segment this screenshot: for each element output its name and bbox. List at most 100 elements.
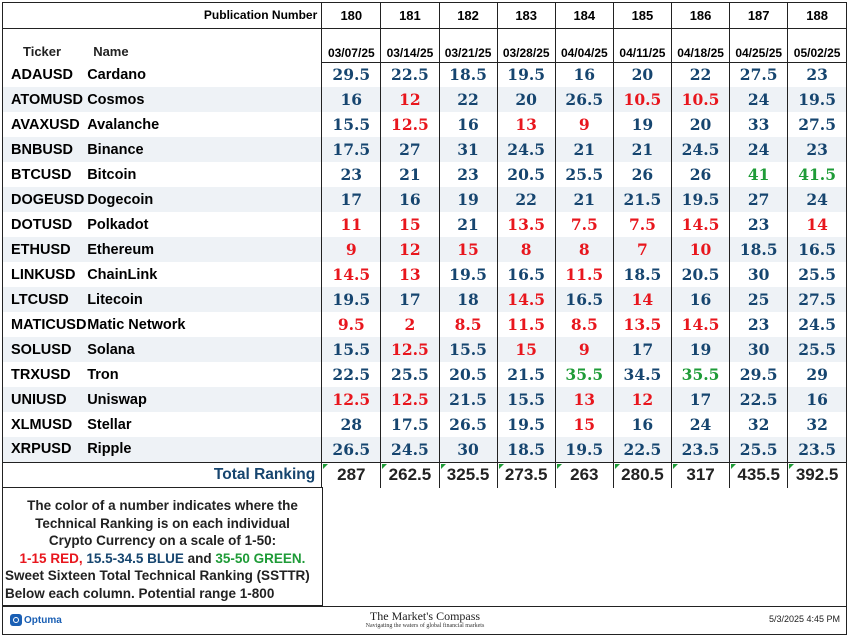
name-cell: Uniswap [83, 387, 322, 412]
ranking-value-cell: 22 [496, 187, 556, 212]
ranking-value-cell: 23.5 [670, 437, 730, 462]
ranking-value-cell: 19.5 [438, 262, 498, 287]
ranking-value-cell: 25.5 [787, 262, 846, 287]
ranking-value-cell: 14.5 [321, 262, 381, 287]
total-ranking-value: 263 [570, 465, 599, 485]
total-ranking-value: 287 [337, 465, 366, 485]
ranking-value-cell: 9.5 [321, 312, 381, 337]
ranking-value-cell: 26 [612, 162, 672, 187]
ranking-table: Publication Number 180 181 182 183 184 185 186… [3, 3, 846, 488]
legend-blue-range: 15.5-34.5 BLUE [82, 550, 184, 566]
ranking-value-cell: 9 [554, 112, 614, 137]
cell-note-marker-icon [382, 463, 388, 469]
ranking-value-cell: 17.5 [321, 137, 381, 162]
ranking-value-cell: 17 [612, 337, 672, 362]
ranking-value-cell: 32 [729, 412, 788, 437]
ranking-value-cell: 26.5 [438, 412, 498, 437]
ranking-value-cell: 12 [612, 387, 672, 412]
name-cell: Tron [87, 366, 119, 383]
ranking-value-cell: 13 [380, 262, 439, 287]
ranking-value-cell: 22 [670, 62, 730, 87]
ranking-value-cell: 24 [729, 137, 788, 162]
legend-and-text: and [183, 550, 216, 566]
ranking-value-cell: 22.5 [321, 362, 381, 387]
name-cell: Cardano [87, 66, 147, 83]
ranking-value-cell: 41.5 [787, 162, 846, 187]
ranking-value-cell: 33 [729, 112, 788, 137]
ranking-value-cell: 26.5 [321, 437, 381, 462]
ranking-value-cell: 16 [380, 187, 439, 212]
total-ranking-cell: 273.5 [496, 461, 556, 488]
ranking-value-cell: 7 [612, 237, 672, 262]
ranking-value-cell: 19.5 [321, 287, 381, 312]
total-ranking-cell: 435.5 [729, 461, 788, 488]
ranking-value-cell: 29.5 [729, 362, 788, 387]
ranking-value-cell: 25.5 [554, 162, 614, 187]
ranking-value-cell: 15 [496, 337, 556, 362]
legend-green-range: 35-50 GREEN. [215, 550, 306, 566]
name-cell: Binance [83, 137, 322, 162]
total-ranking-cell: 317 [670, 461, 730, 488]
cell-note-marker-icon [440, 463, 446, 469]
ranking-value-cell: 17.5 [380, 412, 439, 437]
publication-number-cell: 181 [380, 3, 439, 29]
ranking-value-cell: 8 [554, 237, 614, 262]
ranking-value-cell: 12 [380, 87, 439, 112]
name-column-header: Name [93, 44, 129, 59]
ranking-value-cell: 30 [729, 337, 788, 362]
ticker-cell: LINKUSD [11, 266, 76, 283]
ranking-value-cell: 24 [670, 412, 730, 437]
ranking-value-cell: 21.5 [612, 187, 672, 212]
cell-note-marker-icon [789, 463, 795, 469]
legend-red-range: 1-15 RED, [19, 550, 83, 566]
ranking-value-cell: 9 [554, 337, 614, 362]
ranking-value-cell: 26.5 [554, 87, 614, 112]
total-ranking-value: 273.5 [504, 465, 548, 485]
name-cell: Polkadot [87, 216, 149, 233]
ranking-value-cell: 25.5 [729, 437, 788, 462]
ranking-value-cell: 22.5 [729, 387, 788, 412]
table-row: BTCUSD Bitcoin 23 21 23 20.5 25.5 26 26 41 41.5 [3, 162, 846, 187]
ranking-value-cell: 12.5 [321, 387, 381, 412]
name-cell: Ripple [83, 437, 322, 462]
ticker-cell: DOTUSD [11, 216, 73, 233]
ticker-cell: AVAXUSD [11, 116, 80, 133]
color-legend: The color of a number indicates where th… [3, 487, 323, 606]
publication-date-cell: 03/21/25 [438, 28, 498, 63]
ranking-value-cell: 23.5 [787, 437, 846, 462]
ranking-value-cell: 21 [380, 162, 439, 187]
ranking-value-cell: 35.5 [670, 362, 730, 387]
publication-number-label: Publication Number [3, 3, 322, 29]
ranking-value-cell: 29 [787, 362, 846, 387]
ranking-value-cell: 8 [496, 237, 556, 262]
ranking-value-cell: 8.5 [554, 312, 614, 337]
ranking-value-cell: 22.5 [612, 437, 672, 462]
ticker-cell: ETHUSD [3, 237, 84, 262]
ranking-value-cell: 9 [321, 237, 381, 262]
optuma-logo: Optuma [10, 612, 62, 628]
publication-number-row: Publication Number 180 181 182 183 184 185 186… [3, 3, 846, 29]
publication-date-cell: 04/18/25 [670, 28, 730, 63]
total-ranking-label: Total Ranking [3, 461, 322, 488]
cell-note-marker-icon [673, 463, 678, 469]
name-cell: Bitcoin [87, 166, 137, 183]
ranking-value-cell: 27 [380, 137, 439, 162]
publication-number-cell: 182 [438, 3, 498, 29]
ranking-value-cell: 12 [380, 237, 439, 262]
ranking-value-cell: 20.5 [670, 262, 730, 287]
ranking-value-cell: 21 [554, 187, 614, 212]
ranking-value-cell: 24.5 [380, 437, 439, 462]
ranking-value-cell: 15.5 [496, 387, 556, 412]
timestamp: 5/3/2025 4:45 PM [768, 614, 840, 624]
publication-date-cell: 05/02/25 [787, 28, 846, 63]
ranking-value-cell: 27.5 [787, 287, 846, 312]
ranking-value-cell: 16 [554, 62, 614, 87]
ranking-value-cell: 17 [380, 287, 439, 312]
ranking-value-cell: 18.5 [729, 237, 788, 262]
ranking-value-cell: 24 [787, 187, 846, 212]
ranking-value-cell: 20.5 [496, 162, 556, 187]
ranking-value-cell: 21 [554, 137, 614, 162]
legend-line-1: The color of a number indicates where th… [27, 498, 298, 513]
ticker-cell: SOLUSD [3, 337, 84, 362]
ranking-value-cell: 13 [554, 387, 614, 412]
